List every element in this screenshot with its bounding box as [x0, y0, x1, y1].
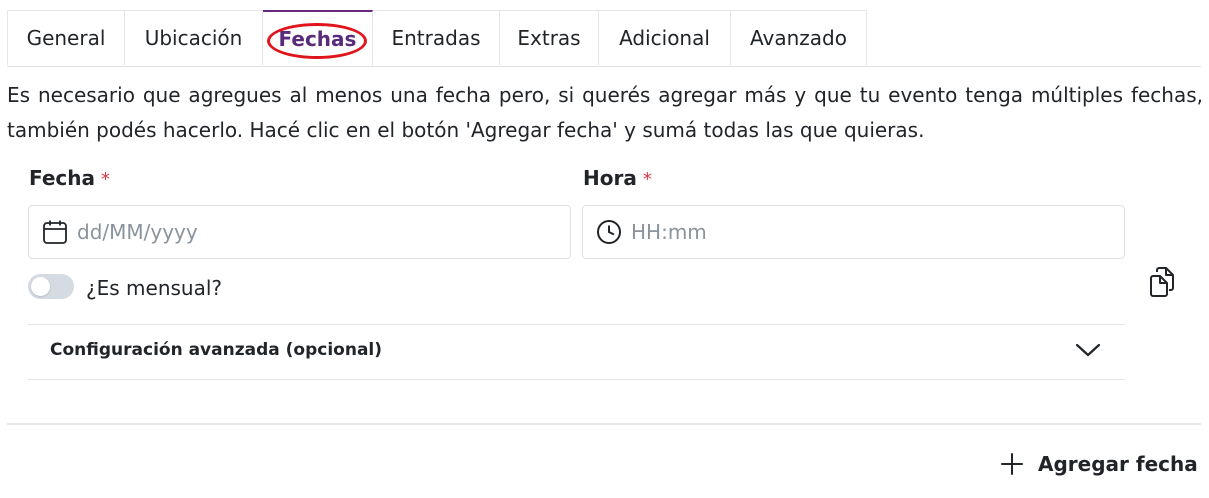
- required-asterisk: *: [101, 169, 111, 190]
- description-text: Es necesario que agregues al menos una f…: [7, 83, 1203, 142]
- toggle-knob: [31, 277, 50, 296]
- tab-entradas[interactable]: Entradas: [373, 10, 500, 65]
- tab-label: Adicional: [619, 26, 710, 50]
- tab-general[interactable]: General: [7, 10, 125, 65]
- tab-avanzado[interactable]: Avanzado: [731, 10, 867, 65]
- add-date-button[interactable]: Agregar fecha: [1000, 448, 1198, 480]
- hora-input-wrapper[interactable]: [582, 205, 1125, 259]
- hora-input[interactable]: [631, 220, 1124, 244]
- tab-fechas[interactable]: Fechas: [263, 10, 373, 66]
- tab-label: General: [26, 26, 106, 50]
- monthly-toggle[interactable]: [28, 274, 74, 299]
- fecha-input[interactable]: [77, 220, 570, 244]
- tab-adicional[interactable]: Adicional: [599, 10, 731, 65]
- hora-label: Hora *: [583, 166, 652, 190]
- advanced-config-accordion[interactable]: Configuración avanzada (opcional): [28, 324, 1125, 380]
- hora-label-text: Hora: [583, 166, 637, 190]
- tab-ubicacion[interactable]: Ubicación: [125, 10, 263, 65]
- plus-icon: [1000, 452, 1024, 476]
- calendar-icon[interactable]: [42, 219, 68, 245]
- fecha-label-text: Fecha: [29, 166, 96, 190]
- tab-label: Entradas: [391, 26, 481, 50]
- required-asterisk: *: [642, 169, 652, 190]
- advanced-config-label: Configuración avanzada (opcional): [50, 340, 383, 360]
- tab-bar: General Ubicación Fechas Entradas Extras…: [7, 10, 1201, 67]
- add-date-label: Agregar fecha: [1038, 452, 1198, 476]
- fecha-input-wrapper[interactable]: [28, 205, 571, 259]
- clock-icon[interactable]: [596, 219, 622, 245]
- copy-icon[interactable]: [1148, 266, 1176, 298]
- tab-extras[interactable]: Extras: [500, 10, 599, 65]
- tab-label: Ubicación: [144, 26, 243, 50]
- tab-label: Fechas: [278, 27, 357, 51]
- fecha-label: Fecha *: [29, 166, 110, 190]
- monthly-toggle-label: ¿Es mensual?: [86, 276, 223, 300]
- chevron-down-icon[interactable]: [1075, 342, 1101, 362]
- section-divider: [7, 423, 1201, 425]
- tab-label: Avanzado: [750, 26, 847, 50]
- tab-label: Extras: [517, 26, 581, 50]
